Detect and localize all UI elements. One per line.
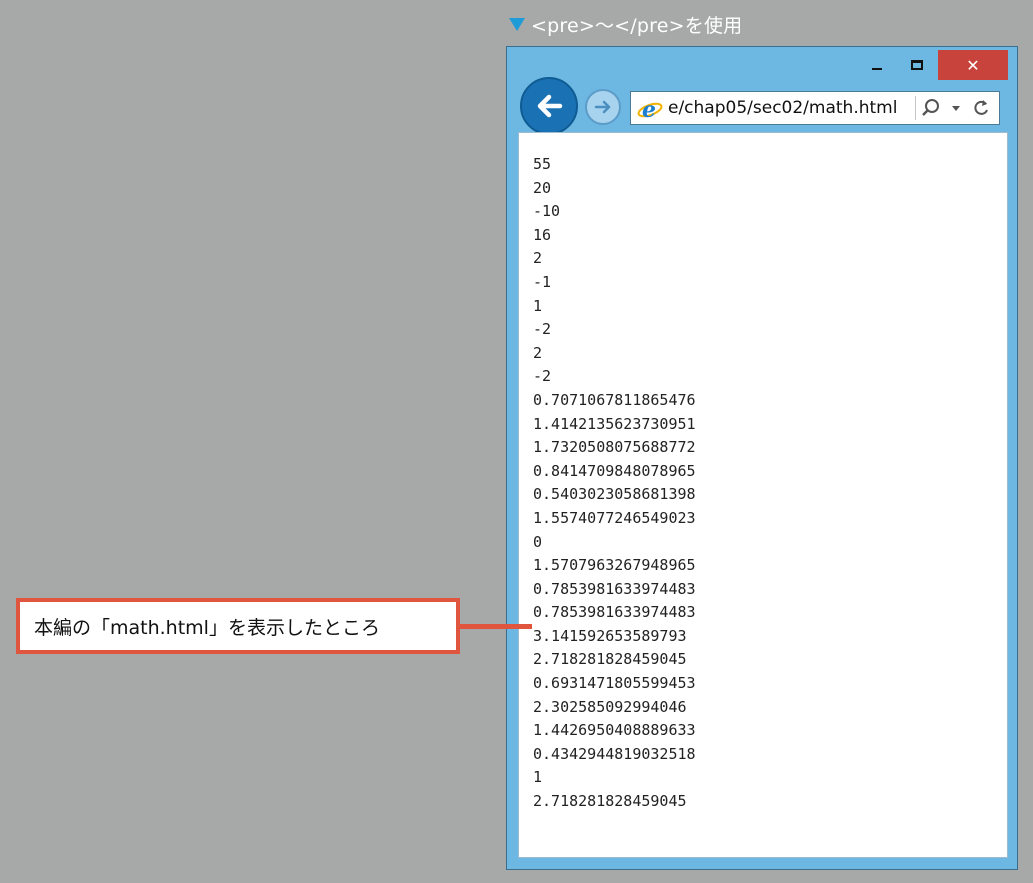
output-line: 1.4426950408889633 [533, 721, 696, 740]
output-line: 0 [533, 532, 543, 551]
figure-caption: <pre>～</pre>を使用 [509, 11, 742, 38]
address-bar[interactable]: e e/chap05/sec02/math.html [630, 91, 1000, 125]
output-line: 0.5403023058681398 [533, 485, 696, 504]
page-content: 55 20 -10 16 2 -1 1 -2 2 -2 0.7071067811865476 1.41… [518, 132, 1008, 858]
output-line: 16 [533, 225, 552, 244]
output-line: 2 [533, 343, 543, 362]
forward-arrow-icon [594, 100, 611, 114]
forward-button[interactable] [585, 89, 621, 125]
pre-output: 55 20 -10 16 2 -1 1 -2 2 -2 0.7071067811865476 1.41… [533, 153, 696, 814]
output-line: 0.7853981633974483 [533, 579, 696, 598]
refresh-icon[interactable] [971, 98, 991, 118]
output-line: 0.8414709848078965 [533, 461, 696, 480]
dropdown-icon[interactable] [951, 98, 961, 118]
output-line: -10 [533, 202, 561, 221]
callout-connector [460, 624, 532, 629]
output-line: 2.718281828459045 [533, 650, 687, 669]
minimize-icon [872, 68, 882, 70]
output-line: 1.5707963267948965 [533, 556, 696, 575]
minimize-button[interactable] [859, 50, 895, 80]
back-arrow-icon [537, 94, 563, 118]
output-line: 2.302585092994046 [533, 697, 687, 716]
close-button[interactable]: ✕ [938, 50, 1008, 80]
output-line: -1 [533, 272, 552, 291]
output-line: 55 [533, 155, 552, 173]
output-line: 0.7071067811865476 [533, 390, 696, 409]
output-line: 1.5574077246549023 [533, 508, 696, 527]
annotation-callout: 本編の「math.html」を表示したところ [16, 598, 460, 654]
output-line: 3.141592653589793 [533, 626, 687, 645]
maximize-icon [911, 60, 923, 70]
browser-window: ✕ e e/chap05/sec02/math.html 55 20 -10 1… [506, 46, 1018, 870]
output-line: 1.7320508075688772 [533, 438, 696, 457]
caption-text: <pre>～</pre>を使用 [531, 15, 743, 37]
output-line: 2.718281828459045 [533, 792, 687, 811]
triangle-marker-icon [509, 18, 525, 31]
output-line: 1 [533, 296, 543, 315]
maximize-button[interactable] [899, 50, 935, 80]
output-line: -2 [533, 320, 552, 339]
output-line: -2 [533, 367, 552, 386]
output-line: 20 [533, 178, 552, 197]
output-line: 0.7853981633974483 [533, 603, 696, 622]
address-divider [915, 96, 916, 120]
callout-text: 本編の「math.html」を表示したところ [34, 616, 380, 639]
output-line: 1.4142135623730951 [533, 414, 696, 433]
search-icon[interactable] [921, 98, 941, 118]
output-line: 0.4342944819032518 [533, 744, 696, 763]
output-line: 1 [533, 768, 543, 787]
url-text[interactable]: e/chap05/sec02/math.html [668, 98, 913, 118]
ie-logo-icon: e [637, 97, 663, 122]
svg-text:e: e [642, 97, 656, 122]
output-line: 2 [533, 249, 543, 268]
output-line: 0.6931471805599453 [533, 674, 696, 693]
back-button[interactable] [520, 77, 578, 135]
